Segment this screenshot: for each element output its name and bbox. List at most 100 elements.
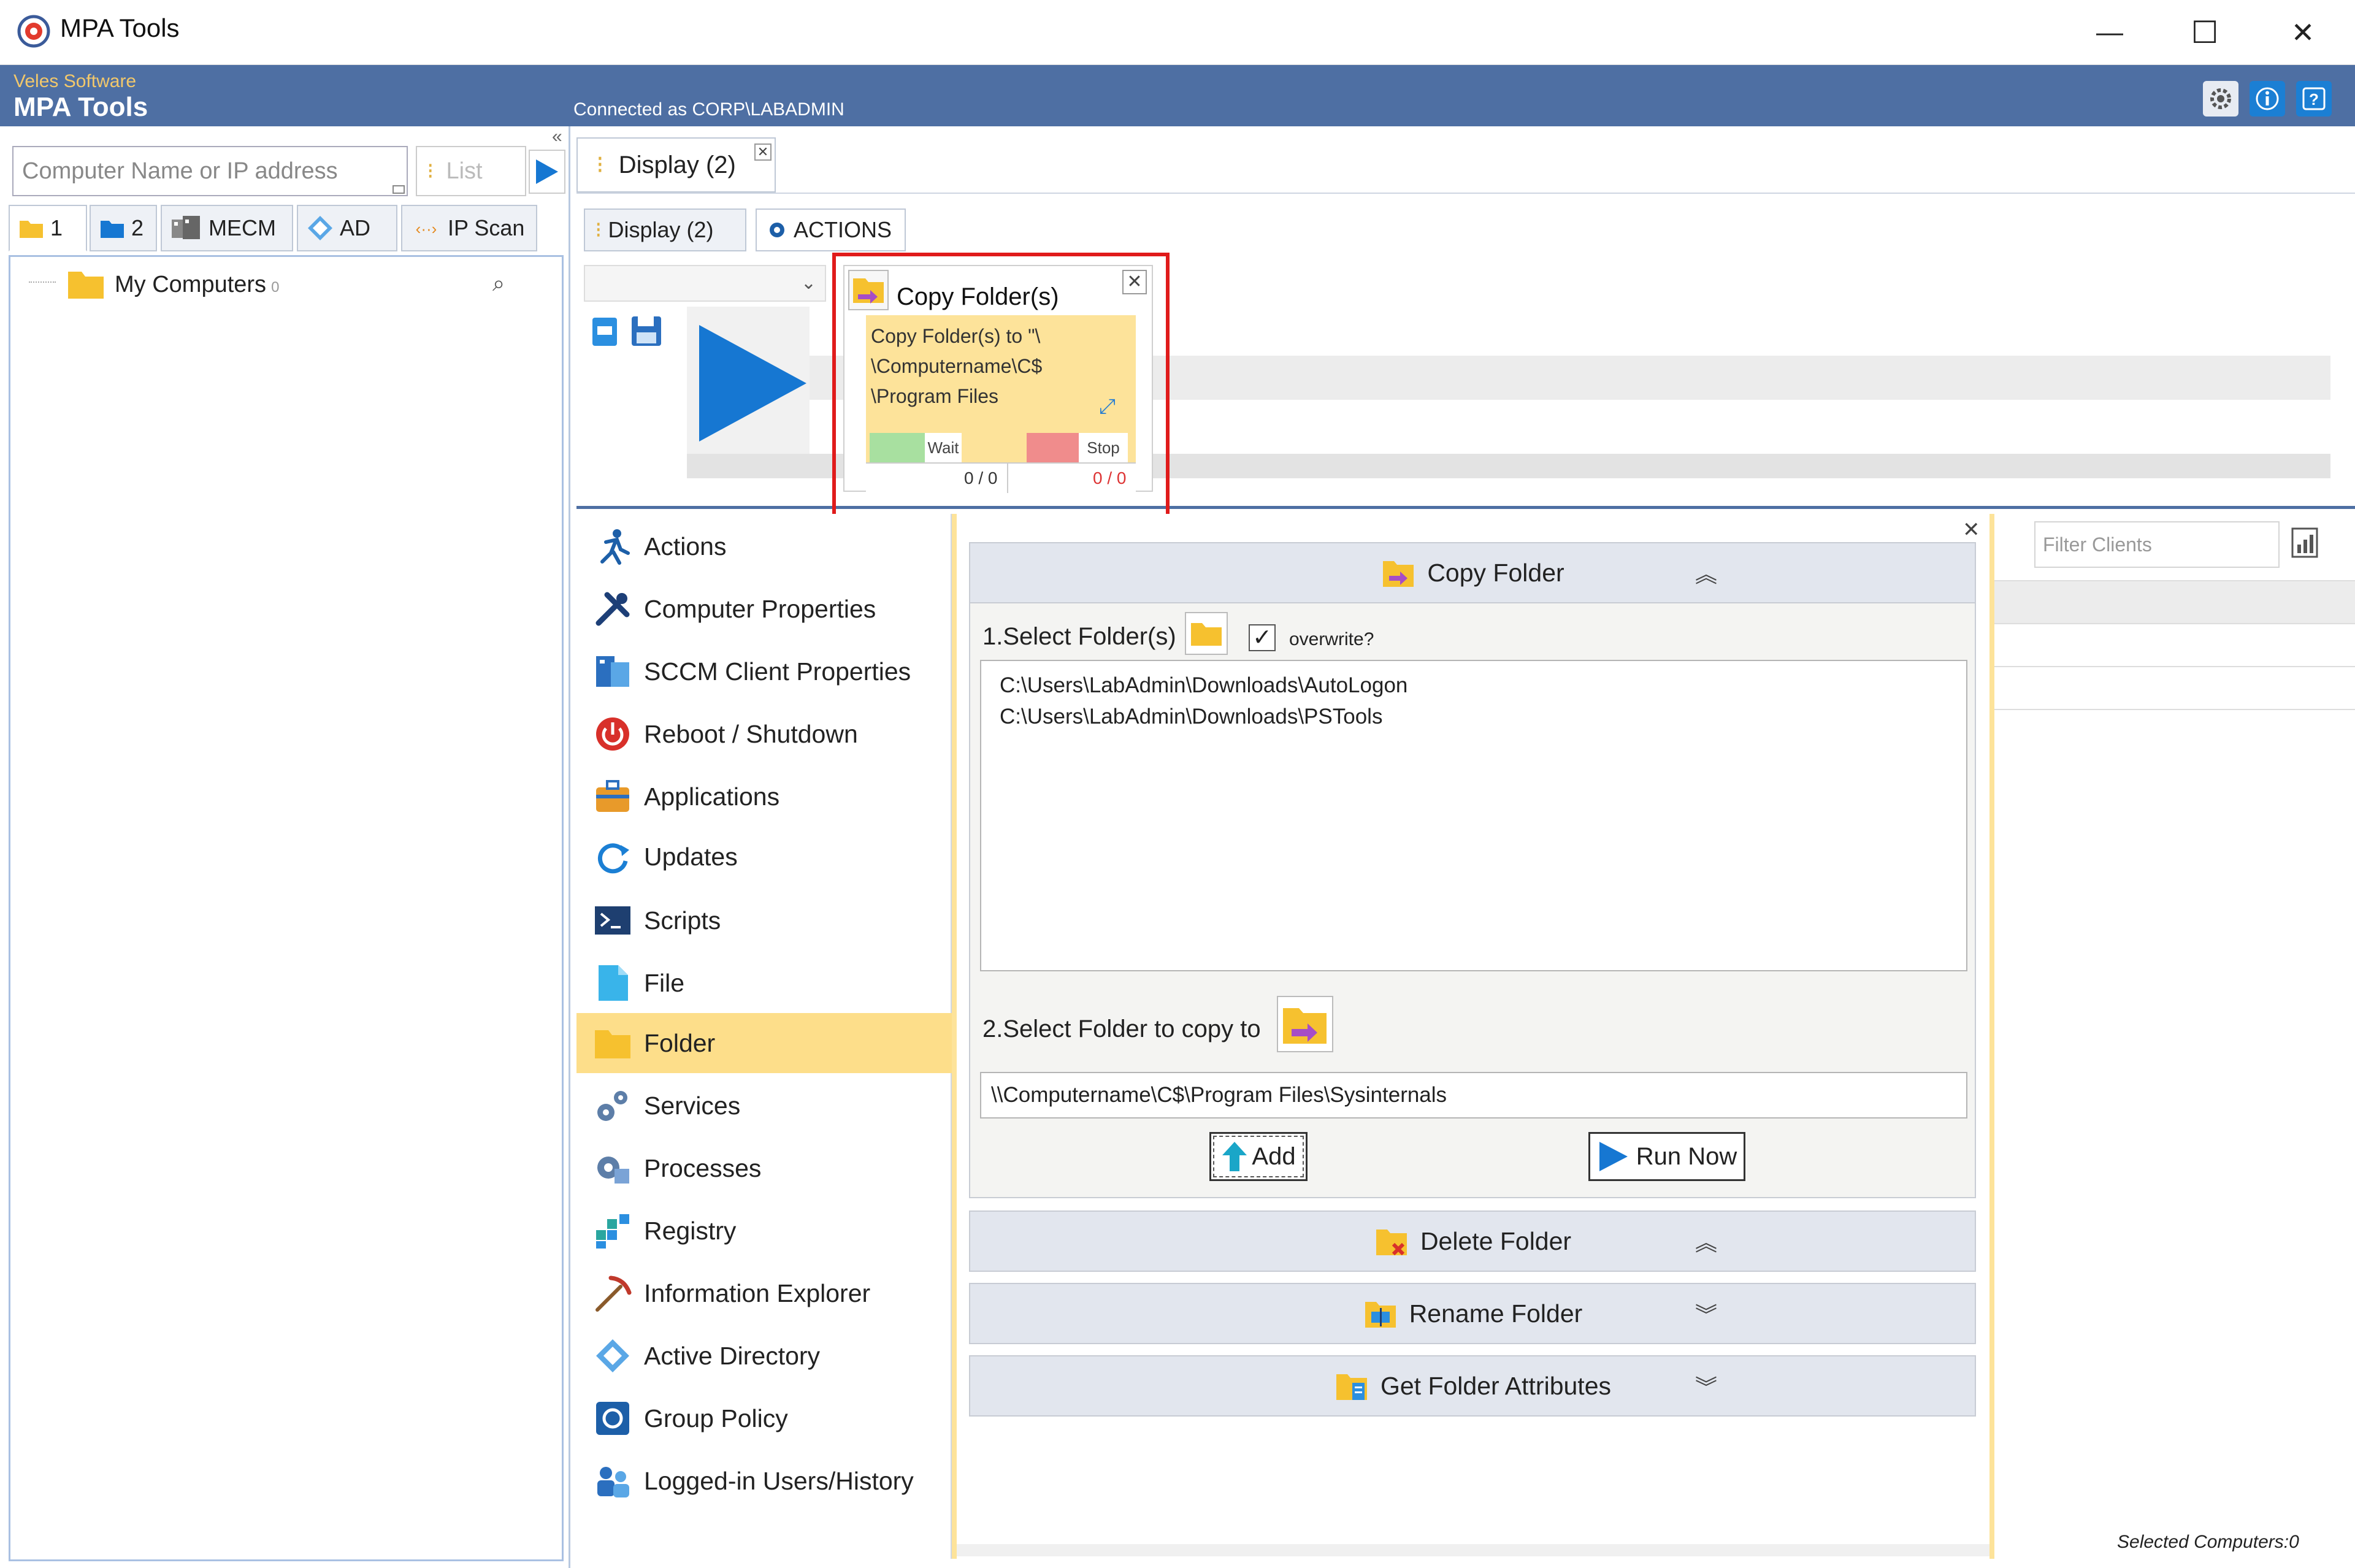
tab-ip-scan[interactable]: ‹··› IP Scan bbox=[401, 205, 537, 251]
terminal-icon bbox=[595, 906, 630, 935]
tab-mecm[interactable]: MECM bbox=[161, 205, 293, 251]
tree-search-icon[interactable]: ⌕ bbox=[492, 270, 505, 297]
wait-count: 0 / 0 bbox=[964, 468, 998, 488]
expand-chevron-icon: ︾ bbox=[1694, 1375, 1717, 1400]
users-icon bbox=[597, 1467, 629, 1497]
menu-item-applications[interactable]: Applications bbox=[576, 767, 952, 827]
section-title: Rename Folder bbox=[1409, 1299, 1583, 1328]
svg-text:‹··›: ‹··› bbox=[416, 220, 437, 238]
tree-item-label: My Computers bbox=[115, 272, 267, 297]
menu-item-scripts[interactable]: Scripts bbox=[576, 890, 952, 950]
section-title: Get Folder Attributes bbox=[1380, 1371, 1611, 1400]
stop-label: Stop bbox=[1079, 433, 1128, 462]
menu-item-actions[interactable]: Actions bbox=[576, 516, 952, 576]
tab-group-1[interactable]: 1 bbox=[9, 205, 87, 251]
run-now-button[interactable]: Run Now bbox=[1588, 1132, 1745, 1181]
menu-item-label: Active Directory bbox=[644, 1341, 821, 1370]
tab-label: AD bbox=[340, 215, 371, 240]
delete-folder-header[interactable]: Delete Folder ︽ bbox=[969, 1210, 1976, 1272]
close-window-button[interactable]: ✕ bbox=[2257, 6, 2349, 59]
filter-clients-input[interactable]: Filter Clients bbox=[2034, 521, 2280, 568]
clients-row[interactable] bbox=[1994, 624, 2355, 667]
menu-item-registry[interactable]: Registry bbox=[576, 1201, 952, 1261]
tab-label: ACTIONS bbox=[794, 217, 892, 242]
sub-tab-actions[interactable]: ACTIONS bbox=[756, 208, 906, 251]
save-icon[interactable] bbox=[629, 314, 664, 348]
chevron-down-icon: ⌄ bbox=[800, 273, 816, 293]
file-icon bbox=[599, 965, 628, 1001]
clients-row[interactable] bbox=[1994, 667, 2355, 710]
expand-icon[interactable]: ⤢ bbox=[1099, 395, 1116, 419]
export-report-icon[interactable] bbox=[2289, 526, 2323, 560]
tab-ad[interactable]: AD bbox=[297, 205, 397, 251]
display-icon: ⁝ bbox=[595, 217, 602, 242]
overwrite-label: overwrite? bbox=[1289, 629, 1374, 649]
info-icon[interactable] bbox=[2250, 81, 2285, 117]
menu-item-computer-properties[interactable]: Computer Properties bbox=[576, 579, 952, 639]
menu-item-updates[interactable]: Updates bbox=[576, 827, 952, 887]
minimize-button[interactable]: — bbox=[2064, 6, 2156, 59]
menu-item-services[interactable]: Services bbox=[576, 1076, 952, 1136]
collapse-panel-icon[interactable]: « bbox=[552, 126, 562, 147]
connected-status: Connected as CORP\LABADMIN bbox=[573, 99, 844, 120]
browse-folders-button[interactable] bbox=[1185, 612, 1228, 655]
running-person-icon bbox=[600, 529, 630, 565]
close-job-icon[interactable]: ✕ bbox=[1122, 270, 1147, 294]
menu-item-label: Logged-in Users/History bbox=[644, 1466, 914, 1495]
selected-folders-list[interactable]: C:\Users\LabAdmin\Downloads\AutoLogon C:… bbox=[980, 660, 1967, 971]
folder-action-panel: Copy Folder ︽ 1.Select Folder(s) ✓ overw… bbox=[952, 514, 1994, 1559]
menu-item-label: Computer Properties bbox=[644, 594, 876, 623]
tab-group-2[interactable]: 2 bbox=[90, 205, 157, 251]
folder-icon bbox=[1191, 623, 1222, 646]
menu-item-logged-in-users[interactable]: Logged-in Users/History bbox=[576, 1451, 952, 1511]
job-card[interactable]: Copy Folder(s) ✕ Copy Folder(s) to "\ \C… bbox=[843, 265, 1153, 493]
menu-item-processes[interactable]: Processes bbox=[576, 1138, 952, 1198]
button-label: Add bbox=[1252, 1142, 1296, 1170]
destination-path-input[interactable]: \\Computername\C$\Program Files\Sysinter… bbox=[980, 1072, 1967, 1119]
tree-item-my-computers[interactable]: My Computers 0 bbox=[115, 272, 279, 298]
browse-destination-button[interactable] bbox=[1277, 996, 1333, 1052]
menu-item-group-policy[interactable]: Group Policy bbox=[576, 1388, 952, 1448]
list-item[interactable]: C:\Users\LabAdmin\Downloads\AutoLogon bbox=[1000, 670, 1948, 701]
copy-folder-section: Copy Folder ︽ 1.Select Folder(s) ✓ overw… bbox=[969, 542, 1976, 1198]
export-icon[interactable] bbox=[589, 314, 623, 348]
close-tab-icon[interactable]: ✕ bbox=[754, 143, 772, 161]
tools-icon bbox=[595, 592, 630, 626]
menu-item-label: SCCM Client Properties bbox=[644, 657, 911, 686]
registry-icon bbox=[596, 1214, 629, 1249]
menu-item-sccm-client-properties[interactable]: SCCM Client Properties bbox=[576, 641, 952, 702]
menu-item-information-explorer[interactable]: Information Explorer bbox=[576, 1263, 952, 1323]
rename-folder-header[interactable]: Rename Folder ︾ bbox=[969, 1283, 1976, 1344]
job-filter-dropdown[interactable]: ⌄ bbox=[584, 265, 826, 302]
list-item[interactable]: C:\Users\LabAdmin\Downloads\PSTools bbox=[1000, 701, 1948, 732]
sub-tab-display[interactable]: ⁝ Display (2) bbox=[584, 208, 746, 251]
active-directory-icon bbox=[596, 1339, 629, 1372]
copy-folder-header[interactable]: Copy Folder ︽ bbox=[969, 542, 1976, 603]
power-icon bbox=[596, 717, 629, 751]
overwrite-checkbox[interactable]: ✓ bbox=[1249, 624, 1276, 651]
menu-item-label: Scripts bbox=[644, 906, 721, 935]
search-dropdown-icon[interactable] bbox=[392, 185, 405, 194]
folder-icon bbox=[20, 221, 43, 238]
menu-item-active-directory[interactable]: Active Directory bbox=[576, 1326, 952, 1386]
app-header: Veles Software MPA Tools Connected as CO… bbox=[0, 65, 2355, 126]
computer-search-input[interactable]: Computer Name or IP address bbox=[12, 146, 408, 196]
menu-item-folder[interactable]: Folder bbox=[576, 1013, 952, 1073]
menu-item-label: File bbox=[644, 968, 685, 997]
help-icon[interactable]: ? bbox=[2296, 81, 2332, 117]
menu-item-file[interactable]: File bbox=[576, 953, 952, 1013]
job-counts: 0 / 0 0 / 0 bbox=[866, 462, 1136, 493]
maximize-button[interactable]: ☐ bbox=[2159, 6, 2251, 59]
list-button[interactable]: ⁝ List bbox=[416, 146, 526, 196]
tab-display-main[interactable]: ⁝ Display (2) bbox=[576, 137, 776, 193]
go-button[interactable] bbox=[529, 150, 565, 194]
run-queue-button[interactable] bbox=[687, 307, 810, 454]
menu-item-label: Processes bbox=[644, 1153, 762, 1182]
get-folder-attributes-header[interactable]: Get Folder Attributes ︾ bbox=[969, 1355, 1976, 1417]
menu-item-reboot-shutdown[interactable]: Reboot / Shutdown bbox=[576, 704, 952, 764]
settings-gear-icon[interactable] bbox=[2203, 81, 2238, 117]
close-panel-icon[interactable]: ✕ bbox=[1962, 518, 1980, 542]
job-title: Copy Folder(s) bbox=[897, 283, 1059, 310]
add-button[interactable]: Add bbox=[1209, 1132, 1308, 1181]
workspace-tab-row: ⁝ Display (2) ✕ bbox=[576, 137, 2355, 194]
